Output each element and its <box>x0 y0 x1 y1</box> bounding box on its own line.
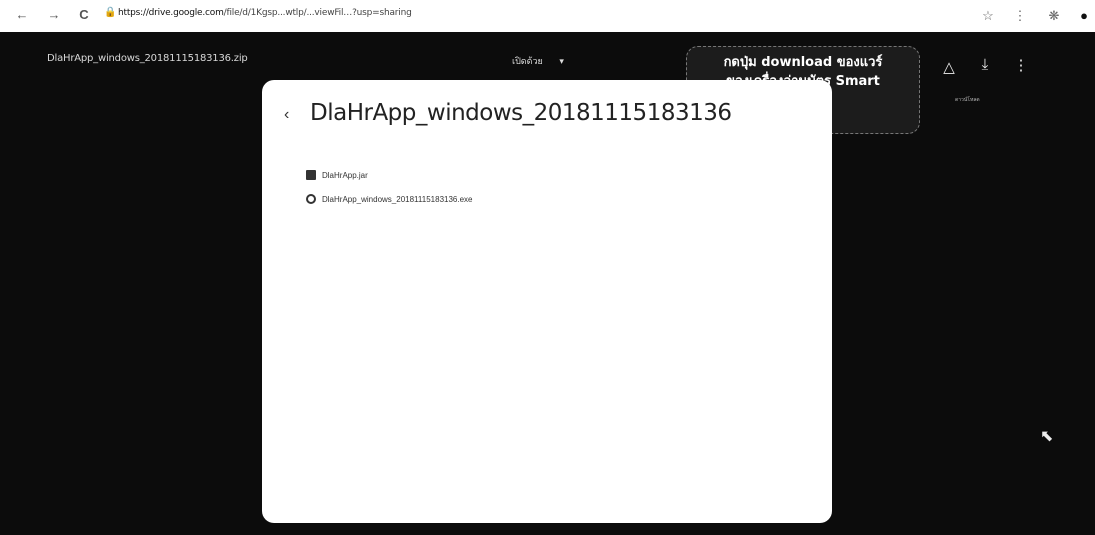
list-item[interactable]: DlaHrApp.jar <box>306 170 368 180</box>
lock-icon: 🔒 <box>104 7 117 18</box>
add-to-drive-icon[interactable]: △ <box>940 58 958 76</box>
list-item-label: DlaHrApp.jar <box>322 170 368 180</box>
list-item-label: DlaHrApp_windows_20181115183136.exe <box>322 194 473 204</box>
reload-icon[interactable]: C <box>76 6 92 24</box>
drive-file-viewer: DlaHrApp_windows_20181115183136.zip เปิด… <box>0 32 1095 535</box>
viewer-filename: DlaHrApp_windows_20181115183136.zip <box>47 53 248 64</box>
forward-icon[interactable]: → <box>46 6 62 24</box>
profile-icon[interactable]: ● <box>1076 8 1092 23</box>
open-with-label: เปิดด้วย <box>512 56 543 66</box>
chevron-down-icon: ▾ <box>559 56 564 66</box>
back-icon[interactable]: ← <box>14 6 30 24</box>
zip-contents-panel: ‹ DlaHrApp_windows_20181115183136 DlaHrA… <box>262 80 832 523</box>
open-with-button[interactable]: เปิดด้วย ▾ <box>512 54 564 68</box>
exe-file-icon <box>306 194 316 204</box>
extension-puzzle-icon[interactable]: ❋ <box>1046 8 1062 24</box>
back-chevron-icon[interactable]: ‹ <box>284 106 289 124</box>
callout-line-1: กดปุ่ม download ของแวร์ <box>723 55 883 70</box>
url-host: https://drive.google.com <box>118 8 224 18</box>
mouse-cursor-icon: ⬉ <box>1040 428 1054 445</box>
download-icon[interactable]: ⤓ <box>976 56 994 73</box>
list-item[interactable]: DlaHrApp_windows_20181115183136.exe <box>306 194 472 204</box>
address-bar[interactable]: https://drive.google.com/file/d/1Kgsp...… <box>118 8 412 18</box>
url-path: /file/d/1Kgsp...wtlp/...viewFil…?usp=sha… <box>223 8 412 18</box>
browser-toolbar: ← → C 🔒 https://drive.google.com/file/d/… <box>0 0 1095 32</box>
more-options-icon[interactable]: ⋮ <box>1012 56 1030 74</box>
file-icon <box>306 170 316 180</box>
star-icon[interactable]: ☆ <box>980 8 996 24</box>
download-caption: ดาวน์โหลด <box>955 97 980 103</box>
panel-title: DlaHrApp_windows_20181115183136 <box>310 100 732 126</box>
extensions-icon[interactable]: ⋮ <box>1012 8 1028 24</box>
